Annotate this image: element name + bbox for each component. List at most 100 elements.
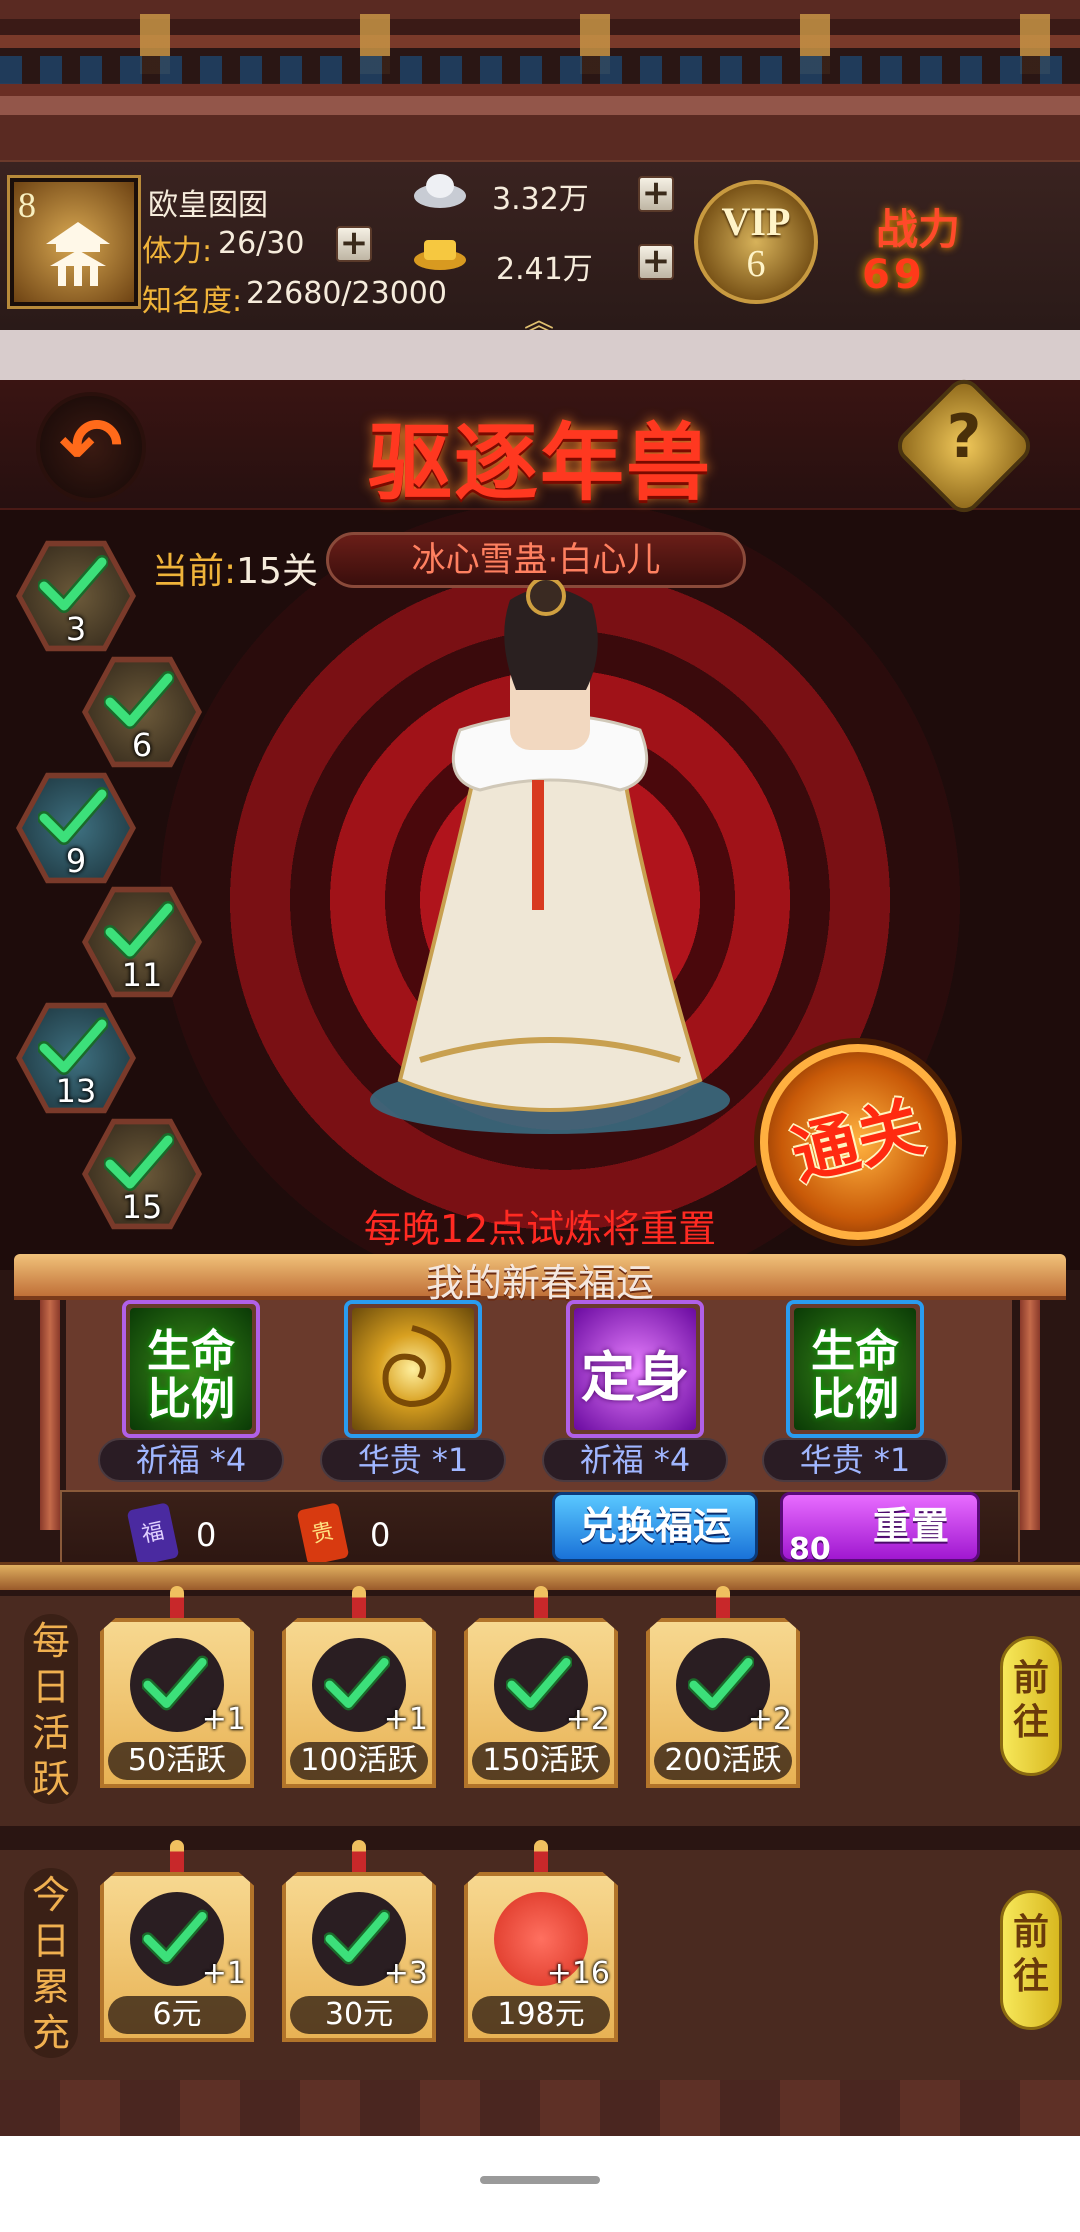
power-value: 69 <box>862 252 926 298</box>
fortune-card-caption: 祈福 *4 <box>98 1438 284 1482</box>
daily-recharge-label: 今日累充 <box>24 1868 78 2058</box>
reward-quantity: +2 <box>565 1702 610 1737</box>
gui-count: 0 <box>370 1516 391 1554</box>
stage-node-number: 6 <box>131 726 153 764</box>
stage-node[interactable]: 9 <box>16 772 136 884</box>
boss-character-portrait[interactable] <box>360 580 740 1140</box>
stamina-value: 26/30 <box>218 226 305 261</box>
stamina-label: 体力: <box>142 234 213 269</box>
completed-check-icon <box>103 670 175 730</box>
golden-swirl-icon <box>382 1325 452 1408</box>
exchange-fortune-button[interactable]: 兑换福运 <box>552 1492 758 1562</box>
nian-beast-stage: ↶ 驱逐年兽 ? 当前:15关 冰心雪蛊·白心儿 3 6 9 11 13 15 通关 每晚… <box>0 372 1080 1270</box>
claimed-check-icon <box>323 1908 391 1966</box>
stage-node-number: 9 <box>65 842 87 880</box>
reward-quantity: +2 <box>747 1702 792 1737</box>
system-nav-bar <box>0 2136 1080 2232</box>
immobilize-art: 定身 <box>574 1308 696 1430</box>
daily-activity-row: 每日活跃 +1 50活跃 +1 100活跃 +2 150活跃 +2 200活跃 前往 <box>0 1586 1080 1826</box>
vip-badge[interactable]: VIP 6 <box>694 180 818 304</box>
reward-box[interactable]: +2 200活跃 <box>646 1586 800 1788</box>
fortune-title: 我的新春福运 <box>425 1261 654 1305</box>
palace-roof-decoration <box>0 0 1080 160</box>
claimed-check-icon <box>687 1654 755 1712</box>
daily-activity-label-text: 每日活跃 <box>31 1619 70 1801</box>
back-button[interactable]: ↶ <box>36 392 146 502</box>
fortune-card-caption: 华贵 *1 <box>762 1438 948 1482</box>
fortune-card-art-text: 生命 比例 <box>147 1326 235 1425</box>
stage-title-bar: ↶ 驱逐年兽 ? <box>0 372 1080 520</box>
life-ratio-art: 生命 比例 <box>794 1308 916 1430</box>
stage-node[interactable]: 13 <box>16 1002 136 1114</box>
stage-node-number: 3 <box>65 610 87 648</box>
claimed-check-icon <box>141 1654 209 1712</box>
add-silver-button[interactable]: + <box>638 176 674 212</box>
player-header: 8 欧皇囡囡 体力: 26/30 + 知名度: 22680/23000 3.32… <box>0 160 1080 339</box>
completed-check-icon <box>37 1016 109 1076</box>
reward-requirement: 198元 <box>472 1996 610 2034</box>
stage-node[interactable]: 3 <box>16 540 136 652</box>
vip-level: 6 <box>746 243 766 285</box>
power-label: 战力 <box>876 205 961 254</box>
fortune-card-caption: 华贵 *1 <box>320 1438 506 1482</box>
silver-ingot-icon <box>414 174 466 208</box>
reset-fortune-label: 重置 <box>873 1504 950 1548</box>
home-indicator[interactable] <box>480 2176 600 2184</box>
player-level: 8 <box>18 185 36 225</box>
current-stage-label: 当前: <box>152 551 237 592</box>
completed-check-icon <box>37 554 109 614</box>
current-stage-indicator: 当前:15关 <box>152 542 318 594</box>
fortune-card-art-text: 定身 <box>581 1346 689 1409</box>
claimed-check-icon <box>141 1908 209 1966</box>
reward-box[interactable]: +2 150活跃 <box>464 1586 618 1788</box>
reward-requirement: 150活跃 <box>472 1742 610 1780</box>
shelf-pillar-right <box>1020 1300 1040 1530</box>
goto-recharge-button[interactable]: 前往 <box>1000 1890 1062 2030</box>
add-stamina-button[interactable]: + <box>336 226 372 262</box>
reset-fortune-button[interactable]: 80 重置 <box>780 1492 980 1567</box>
bottom-decoration <box>0 2080 1080 2136</box>
stage-node-number: 11 <box>121 956 163 994</box>
claimed-check-icon <box>505 1654 573 1712</box>
fortune-card-4[interactable]: 生命 比例 <box>786 1300 924 1438</box>
goto-activity-button[interactable]: 前往 <box>1000 1636 1062 1776</box>
fortune-card-1[interactable]: 生命 比例 <box>122 1300 260 1438</box>
fortune-card-3[interactable]: 定身 <box>566 1300 704 1438</box>
roof-lattice <box>0 56 1080 84</box>
goto-recharge-label: 前往 <box>1013 1912 1050 1997</box>
reward-box[interactable]: +1 6元 <box>100 1840 254 2042</box>
reward-box[interactable]: +1 100活跃 <box>282 1586 436 1788</box>
player-name: 欧皇囡囡 <box>148 188 268 223</box>
reward-box[interactable]: +16 198元 <box>464 1840 618 2042</box>
add-gold-button[interactable]: + <box>638 244 674 280</box>
reward-box[interactable]: +3 30元 <box>282 1840 436 2042</box>
gold-ingot-icon <box>414 240 466 270</box>
current-stage-value: 15关 <box>236 551 318 592</box>
reward-requirement: 100活跃 <box>290 1742 428 1780</box>
reward-quantity: +1 <box>201 1702 246 1737</box>
fortune-card-caption: 祈福 *4 <box>542 1438 728 1482</box>
stage-node-number: 13 <box>55 1072 97 1110</box>
life-ratio-art: 生命 比例 <box>130 1308 252 1430</box>
fame-label: 知名度: <box>142 284 243 319</box>
stage-node[interactable]: 11 <box>82 886 202 998</box>
fu-count: 0 <box>196 1516 217 1554</box>
claimed-check-icon <box>323 1654 391 1712</box>
fame-value: 22680/23000 <box>246 276 447 311</box>
fortune-shelf: 我的新春福运 生命 比例 定身 生命 比例 祈福 *4 华贵 *1 祈福 *4 … <box>0 1250 1080 1590</box>
daily-recharge-label-text: 今日累充 <box>31 1873 70 2055</box>
reward-box[interactable]: +1 50活跃 <box>100 1586 254 1788</box>
reward-requirement: 30元 <box>290 1996 428 2034</box>
player-avatar[interactable]: 8 <box>7 175 141 309</box>
reset-notice: 每晚12点试炼将重置 <box>363 1207 717 1251</box>
fortune-card-2[interactable] <box>344 1300 482 1438</box>
gold-amount: 2.41万 <box>496 252 593 287</box>
help-icon[interactable]: ? <box>912 402 1016 492</box>
completed-check-icon <box>37 786 109 846</box>
page-title: 驱逐年兽 <box>367 413 712 512</box>
golden-swirl-art <box>352 1308 474 1430</box>
vip-label: VIP <box>721 199 791 244</box>
reward-quantity: +16 <box>546 1956 610 1991</box>
stage-node[interactable]: 6 <box>82 656 202 768</box>
reward-requirement: 200活跃 <box>654 1742 792 1780</box>
